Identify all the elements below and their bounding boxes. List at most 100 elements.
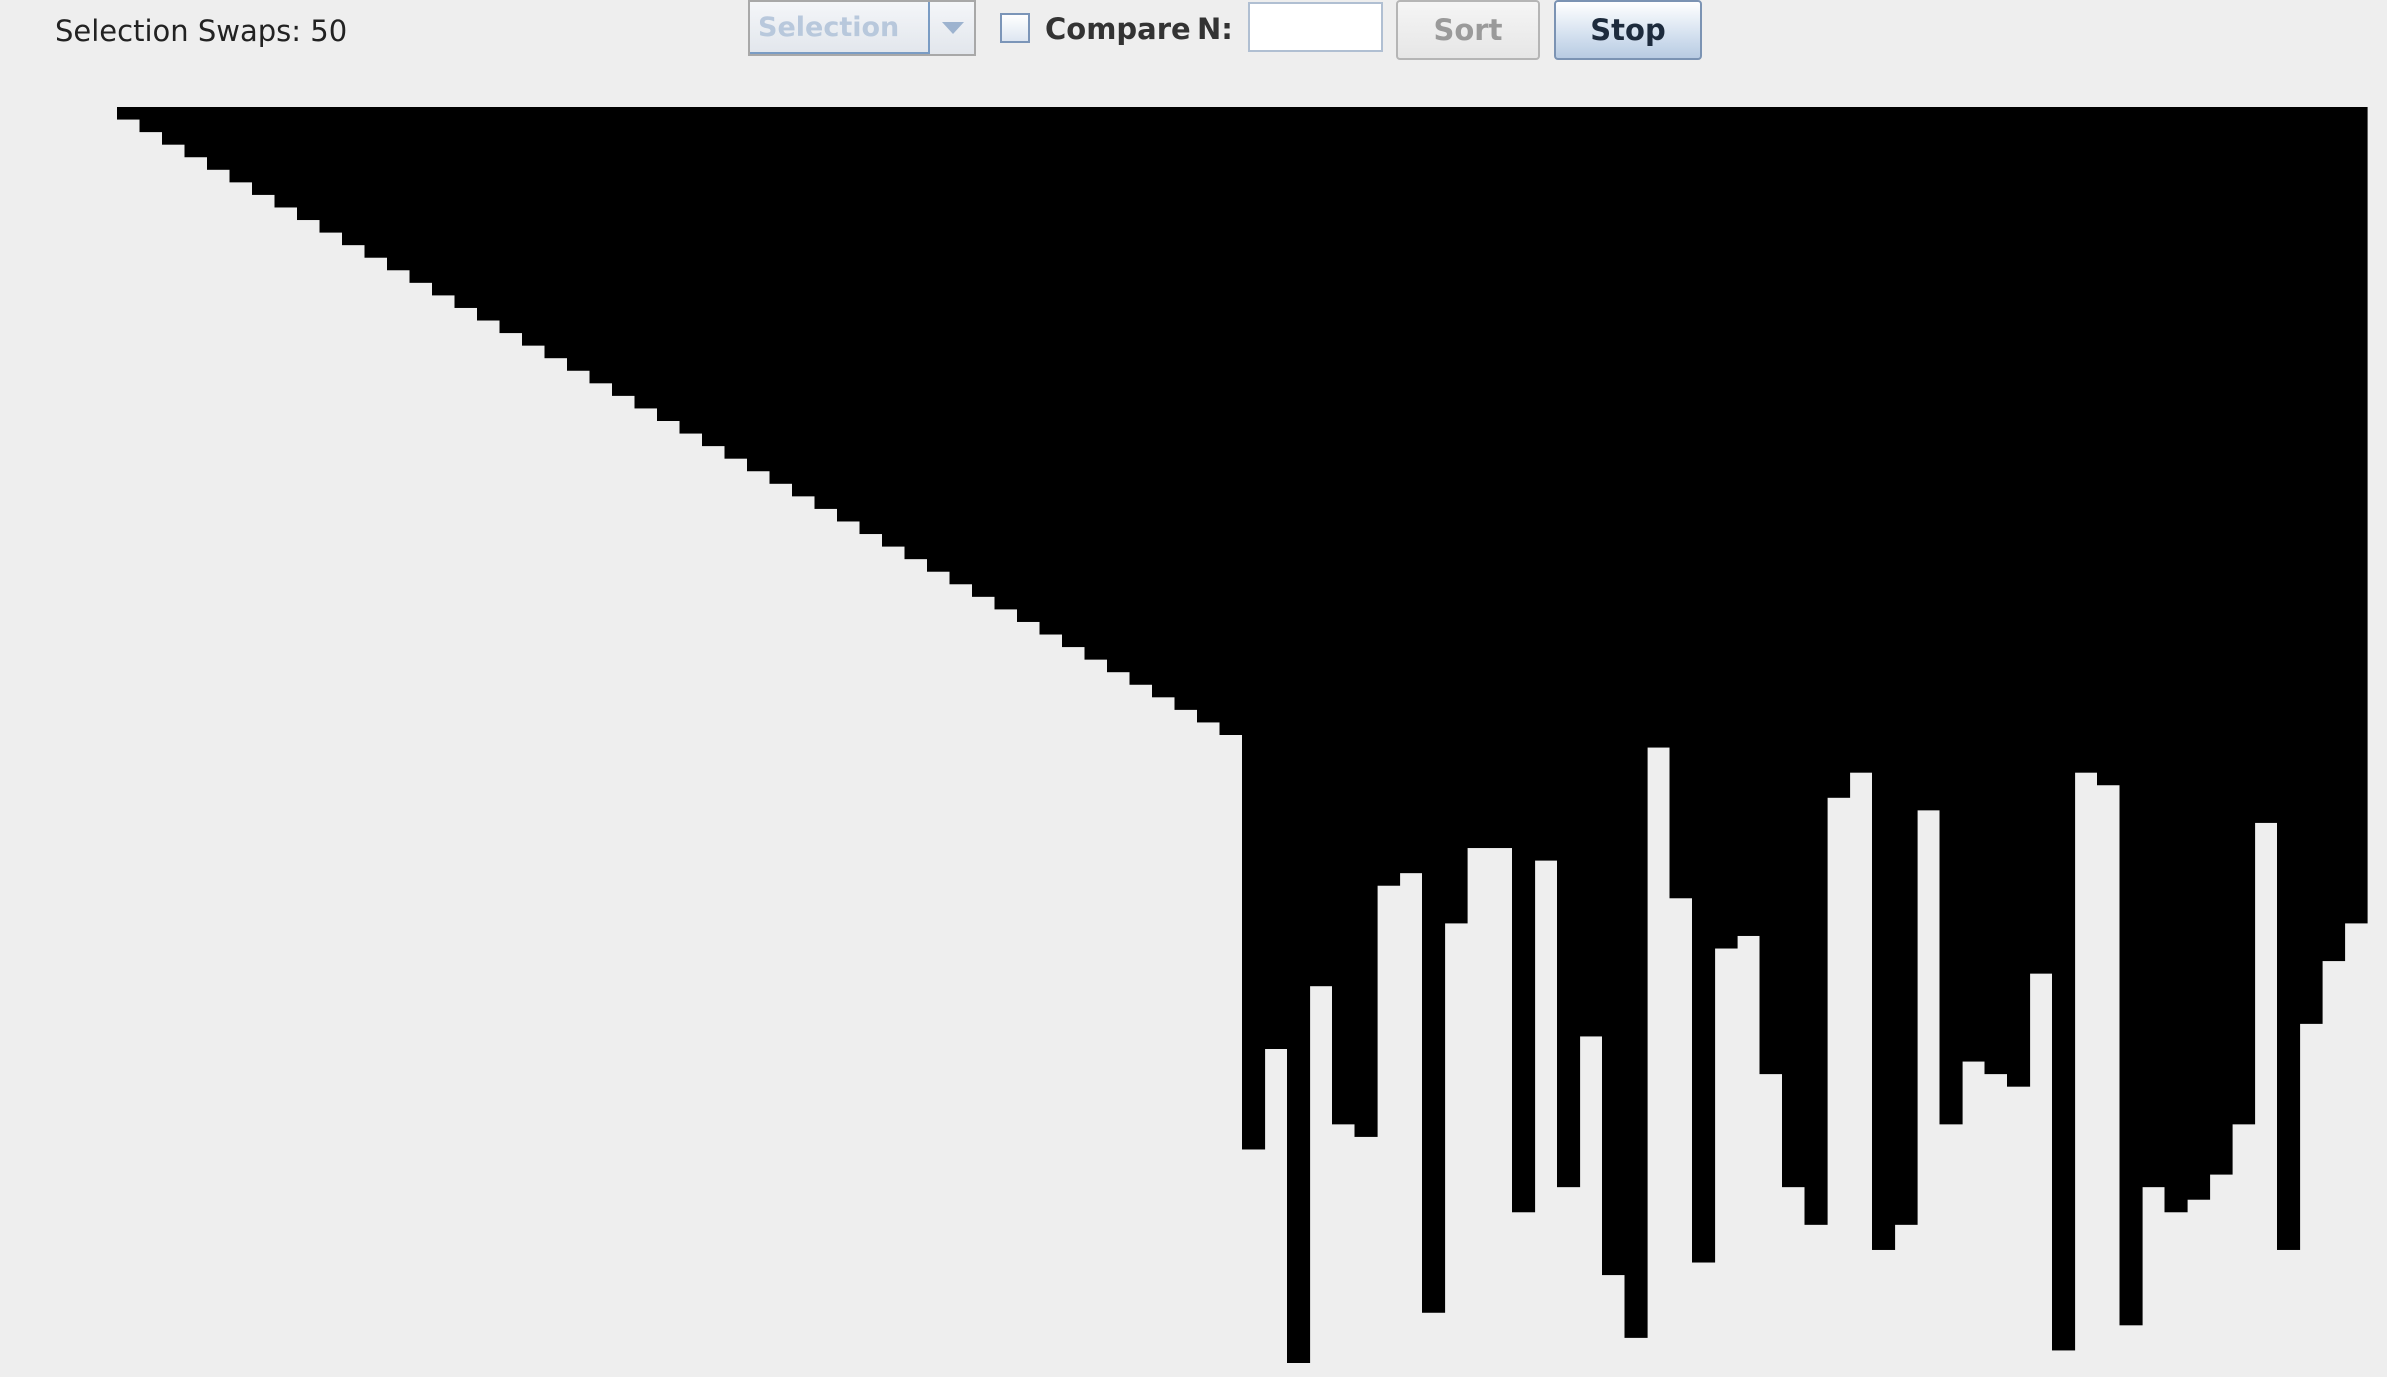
value-bar xyxy=(117,107,141,120)
bar-visualization xyxy=(117,107,2368,1363)
value-bar xyxy=(229,107,253,183)
value-bar xyxy=(319,107,343,233)
value-bar xyxy=(2119,107,2143,1326)
value-bar xyxy=(1039,107,1063,635)
value-bar xyxy=(1692,107,1716,1263)
value-bar xyxy=(1017,107,1041,622)
value-bar xyxy=(1422,107,1446,1313)
value-bar xyxy=(1264,107,1288,1049)
value-bar xyxy=(2254,107,2278,823)
value-bar xyxy=(724,107,748,459)
value-bar xyxy=(252,107,276,195)
value-bar xyxy=(2074,107,2098,773)
value-bar xyxy=(1984,107,2008,1075)
value-bar xyxy=(499,107,523,334)
value-bar xyxy=(1107,107,1131,673)
value-bar xyxy=(1647,107,1671,748)
value-bar xyxy=(1759,107,1783,1075)
value-bar xyxy=(859,107,883,535)
value-bar xyxy=(2007,107,2031,1087)
value-bar xyxy=(1737,107,1761,936)
value-bar xyxy=(387,107,411,271)
value-bar xyxy=(1129,107,1153,685)
value-bar xyxy=(1917,107,1941,811)
value-bar xyxy=(2052,107,2076,1351)
value-bar xyxy=(1557,107,1581,1188)
value-bar xyxy=(1714,107,1738,949)
value-bar xyxy=(1512,107,1536,1213)
value-bar xyxy=(2097,107,2121,786)
value-bar xyxy=(2344,107,2368,924)
sort-button[interactable]: Sort xyxy=(1396,0,1540,60)
value-bar xyxy=(2142,107,2166,1188)
value-bar xyxy=(1804,107,1828,1225)
value-bar xyxy=(1197,107,1221,723)
value-bar xyxy=(1894,107,1918,1225)
value-bar xyxy=(522,107,546,346)
compare-label: Compare xyxy=(1045,12,1191,46)
value-bar xyxy=(1534,107,1558,861)
value-bar xyxy=(1084,107,1108,660)
value-bar xyxy=(1602,107,1626,1276)
value-bar xyxy=(1332,107,1356,1125)
value-bar xyxy=(1354,107,1378,1137)
value-bar xyxy=(2232,107,2256,1125)
value-bar xyxy=(702,107,726,447)
value-bar xyxy=(1624,107,1648,1338)
value-bar xyxy=(792,107,816,497)
algorithm-select-value: Selection xyxy=(750,2,930,54)
value-bar xyxy=(207,107,231,170)
sort-visualizer-window: Selection Swaps: 50 Selection Compare N:… xyxy=(0,0,2387,1377)
value-bar xyxy=(477,107,501,321)
value-bar xyxy=(1669,107,1693,899)
value-bar xyxy=(1219,107,1243,735)
value-bar xyxy=(1399,107,1423,874)
value-bar xyxy=(2277,107,2301,1250)
value-bar xyxy=(2322,107,2346,962)
value-bar xyxy=(1467,107,1491,849)
value-bar xyxy=(139,107,163,133)
value-bar xyxy=(1827,107,1851,798)
value-bar xyxy=(409,107,433,283)
n-input[interactable] xyxy=(1248,2,1383,52)
value-bar xyxy=(342,107,366,246)
value-bar xyxy=(567,107,591,371)
value-bar xyxy=(972,107,996,597)
value-bar xyxy=(1444,107,1468,924)
value-bar xyxy=(274,107,298,208)
value-bar xyxy=(544,107,568,359)
value-bar xyxy=(1152,107,1176,698)
value-bar xyxy=(2209,107,2233,1175)
value-bar xyxy=(1872,107,1896,1250)
value-bar xyxy=(162,107,186,145)
value-bar xyxy=(432,107,456,296)
stop-button[interactable]: Stop xyxy=(1554,0,1702,60)
dropdown-arrow-icon[interactable] xyxy=(930,2,974,54)
algorithm-select[interactable]: Selection xyxy=(748,0,976,56)
value-bar xyxy=(2187,107,2211,1200)
value-bar xyxy=(454,107,478,308)
value-bar xyxy=(657,107,681,421)
value-bar xyxy=(814,107,838,509)
value-bar xyxy=(2299,107,2323,1024)
value-bar xyxy=(2164,107,2188,1213)
value-bar xyxy=(2029,107,2053,974)
value-bar xyxy=(1849,107,1873,773)
value-bar xyxy=(1579,107,1603,1037)
value-bar xyxy=(1939,107,1963,1125)
toolbar: Selection Compare N: Sort Stop xyxy=(0,0,2387,60)
compare-checkbox[interactable] xyxy=(1000,13,1030,43)
value-bar xyxy=(297,107,321,221)
value-bar xyxy=(1782,107,1806,1188)
value-bar xyxy=(747,107,771,472)
value-bar xyxy=(1287,107,1311,1363)
value-bar xyxy=(364,107,388,258)
value-bar xyxy=(634,107,658,409)
n-label: N: xyxy=(1197,12,1233,46)
value-bar xyxy=(837,107,861,522)
value-bar xyxy=(994,107,1018,610)
value-bar xyxy=(1242,107,1266,1150)
value-bar xyxy=(1377,107,1401,886)
value-bar xyxy=(1309,107,1333,987)
value-bar xyxy=(769,107,793,484)
